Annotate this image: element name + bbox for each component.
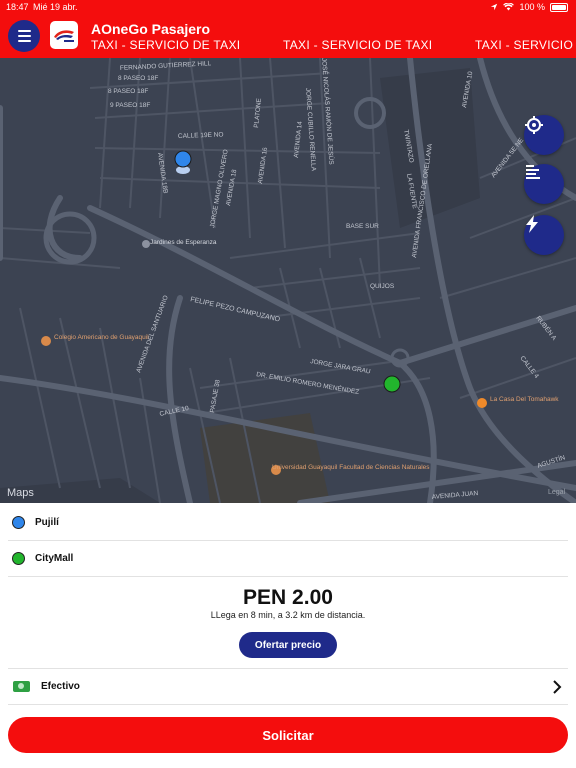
- eta-text: LLega en 8 min, a 3.2 km de distancia.: [210, 610, 366, 620]
- map-street-label: 8 PASEO 18F: [118, 75, 158, 82]
- poi-cemetery-icon[interactable]: [142, 240, 150, 248]
- destination-marker[interactable]: [383, 375, 401, 393]
- app-header: 18:47 Mié 19 abr. 100 % AOneGo Pasajero …: [0, 0, 576, 58]
- map-street-label: JORGE CUBILLO RENELLA: [304, 88, 317, 172]
- origin-dot-icon: [12, 516, 25, 529]
- maps-brand-text: Maps: [7, 487, 34, 499]
- lightning-icon: [526, 215, 538, 233]
- origin-row[interactable]: Pujilí: [8, 505, 568, 541]
- map-street-label: CALLE 19E NO: [178, 131, 224, 140]
- poi-school-icon[interactable]: [41, 336, 51, 346]
- destination-dot-icon: [12, 552, 25, 565]
- request-ride-button[interactable]: Solicitar: [8, 717, 568, 753]
- legal-link[interactable]: Legal: [548, 489, 565, 496]
- map-canvas[interactable]: FERNANDO GUTIERREZ HILL 8 PASEO 18F 8 PA…: [0, 58, 576, 503]
- map-place-label: La Casa Del Tomahawk: [490, 396, 559, 403]
- map-street-label: AVENIDA JUAN: [432, 490, 479, 501]
- map-street-label: FERNANDO GUTIERREZ HILL: [120, 60, 212, 72]
- map-place-label: Colegio Americano de Guayaquil: [54, 334, 149, 341]
- offer-price-button[interactable]: Ofertar precio: [239, 632, 337, 658]
- menu-button[interactable]: [8, 20, 40, 52]
- app-title: AOneGo Pasajero: [91, 21, 211, 37]
- payment-method-row[interactable]: Efectivo: [8, 668, 568, 705]
- app-logo: [50, 21, 78, 49]
- locate-button[interactable]: [524, 115, 564, 155]
- locate-icon: [525, 116, 543, 134]
- status-date: Mié 19 abr.: [33, 2, 78, 12]
- destination-label: CityMall: [35, 553, 74, 564]
- map-street-label: AVENIDA 5E NE: [490, 136, 526, 179]
- status-indicators: 100 %: [490, 2, 568, 12]
- marquee-text: TAXI - SERVICIO: [475, 38, 574, 52]
- location-arrow-icon: [491, 3, 498, 11]
- status-time: 18:47: [6, 2, 29, 12]
- list-icon: [526, 165, 540, 179]
- marquee-text: TAXI - SERVICIO DE TAXI: [283, 38, 433, 52]
- battery-percent: 100 %: [519, 2, 545, 12]
- wifi-icon: [503, 3, 515, 11]
- pickup-marker[interactable]: [174, 150, 192, 174]
- map-street-label: JORGE MAGNO OLIVERO: [209, 149, 230, 228]
- map-place-label: Jardines de Esperanza: [150, 239, 217, 246]
- origin-label: Pujilí: [35, 517, 59, 528]
- map-view[interactable]: FERNANDO GUTIERREZ HILL 8 PASEO 18F 8 PA…: [0, 58, 576, 503]
- map-street-label: 8 PASEO 18F: [108, 88, 148, 95]
- map-street-label: AVENIDA 18: [225, 169, 238, 207]
- map-street-label: QUIJOS: [370, 283, 395, 290]
- map-street-label: AVENIDA 18B: [156, 152, 169, 194]
- quick-request-button[interactable]: [524, 215, 564, 255]
- hamburger-menu-icon: [17, 30, 31, 32]
- cash-icon: [13, 681, 30, 692]
- destination-row[interactable]: CityMall: [8, 541, 568, 577]
- map-street-label: BASE SUR: [346, 223, 379, 230]
- map-street-label: 9 PASEO 18F: [110, 102, 150, 109]
- map-street-label: PLATONE: [253, 97, 263, 128]
- map-street-label: PASAJE 38: [209, 379, 222, 414]
- poi-restaurant-icon[interactable]: [477, 398, 487, 408]
- service-marquee: TAXI - SERVICIO DE TAXI TAXI - SERVICIO …: [91, 38, 574, 52]
- apple-maps-logo: Maps: [7, 487, 34, 499]
- marquee-text: TAXI - SERVICIO DE TAXI: [91, 38, 241, 52]
- fare-price: PEN 2.00: [243, 586, 333, 609]
- map-place-label: Universidad Guayaquil Facultad de Cienci…: [272, 464, 430, 471]
- chevron-right-icon: [553, 680, 562, 694]
- map-street-label: AVENIDA 16: [257, 147, 269, 185]
- battery-icon: [550, 2, 568, 12]
- trip-list-button[interactable]: [524, 164, 564, 204]
- payment-method-label: Efectivo: [41, 681, 80, 692]
- map-street-label: JORGE JARA GRAU: [310, 358, 372, 376]
